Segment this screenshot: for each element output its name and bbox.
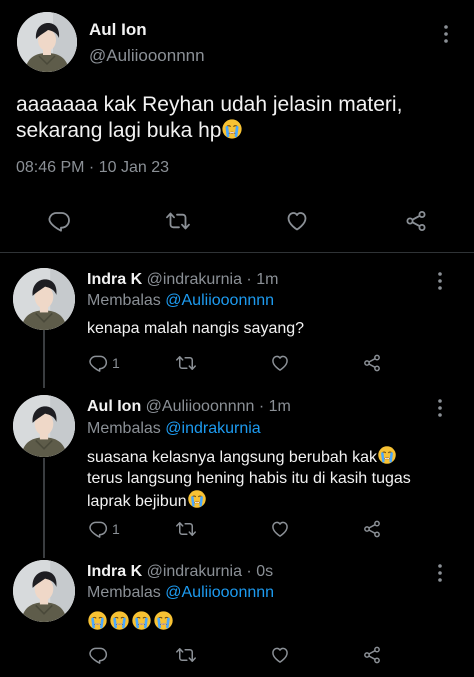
tweet-timestamp[interactable]: 08:46 PM · 10 Jan 23 [16,159,169,177]
like-icon [270,519,290,539]
share-icon [404,209,428,233]
like-icon [270,353,290,373]
crying-face-icon [87,610,108,631]
reply-icon [88,519,108,539]
reply-text-line: terus langsung hening habis itu di kasih… [87,470,411,487]
thread-line [43,330,45,388]
like-icon [285,209,309,233]
like-button[interactable] [270,645,290,670]
replying-to-label: Membalas [87,584,161,601]
reply-button[interactable] [47,209,71,238]
retweet-button[interactable] [176,645,196,670]
reply-icon [47,209,71,233]
crying-face-icon [221,118,243,140]
share-button[interactable] [362,353,382,378]
tweet-text-line: aaaaaaa kak Reyhan udah jelasin materi, [16,93,403,116]
reply-emojis [87,610,174,631]
retweet-icon [176,353,196,373]
replying-to: Membalas @Auliiooonnnn [87,584,274,602]
more-icon[interactable] [437,271,443,296]
display-name[interactable]: Indra K [87,271,142,288]
tweet-text-line: sekarang lagi buka hp [16,118,402,144]
like-button[interactable] [270,519,290,544]
replying-to: Membalas @Auliiooonnnn [87,292,274,310]
retweet-icon [176,519,196,539]
share-button[interactable] [362,519,382,544]
crying-face-icon [187,489,207,509]
display-name[interactable]: Indra K [87,563,142,580]
share-icon [362,353,382,373]
like-icon [270,645,290,665]
user-handle[interactable]: @indrakurnia · 0s [147,563,274,580]
user-handle[interactable]: @Auliiooonnnn · 1m [146,398,291,415]
replying-to-label: Membalas [87,292,161,309]
reply-text-line: suasana kelasnya langsung berubah kak [87,445,411,468]
retweet-button[interactable] [176,519,196,544]
reply-header: Aul Ion @Auliiooonnnn · 1m [87,398,291,416]
crying-face-icon [131,610,152,631]
divider [0,252,474,253]
more-icon[interactable] [437,398,443,423]
thread-line [43,458,45,558]
share-button[interactable] [362,645,382,670]
retweet-button[interactable] [176,353,196,378]
share-button[interactable] [404,209,428,238]
like-button[interactable] [285,209,309,238]
avatar[interactable] [13,560,75,622]
retweet-icon [166,209,190,233]
reply-button[interactable]: 1 [88,353,120,373]
more-icon[interactable] [443,24,451,44]
replying-to-handle[interactable]: @Auliiooonnnn [165,584,274,601]
crying-face-icon [153,610,174,631]
reply-text-line: laprak bejibun [87,489,411,512]
display-name[interactable]: Aul Ion [87,398,141,415]
reply-header: Indra K @indrakurnia · 0s [87,563,273,581]
display-name[interactable]: Aul Ion [89,20,147,40]
reply-button[interactable]: 1 [88,519,120,539]
retweet-button[interactable] [166,209,190,238]
more-icon[interactable] [437,563,443,588]
reply-header: Indra K @indrakurnia · 1m [87,271,278,289]
reply-text: kenapa malah nangis sayang? [87,320,305,337]
reply-text: suasana kelasnya langsung berubah kak te… [87,445,411,512]
reply-icon [88,645,108,665]
replying-to-handle[interactable]: @indrakurnia [165,420,260,437]
user-handle[interactable]: @Auliiooonnnn [89,46,205,66]
reply-count: 1 [112,521,120,537]
tweet-text: aaaaaaa kak Reyhan udah jelasin materi, … [16,92,402,144]
retweet-icon [176,645,196,665]
replying-to-handle[interactable]: @Auliiooonnnn [165,292,274,309]
avatar[interactable] [13,268,75,330]
like-button[interactable] [270,353,290,378]
replying-to: Membalas @indrakurnia [87,420,261,438]
replying-to-label: Membalas [87,420,161,437]
user-handle[interactable]: @indrakurnia · 1m [147,271,279,288]
reply-button[interactable] [88,645,108,670]
avatar[interactable] [17,12,77,72]
share-icon [362,519,382,539]
avatar[interactable] [13,395,75,457]
share-icon [362,645,382,665]
crying-face-icon [377,445,397,465]
crying-face-icon [109,610,130,631]
reply-count: 1 [112,355,120,371]
reply-icon [88,353,108,373]
